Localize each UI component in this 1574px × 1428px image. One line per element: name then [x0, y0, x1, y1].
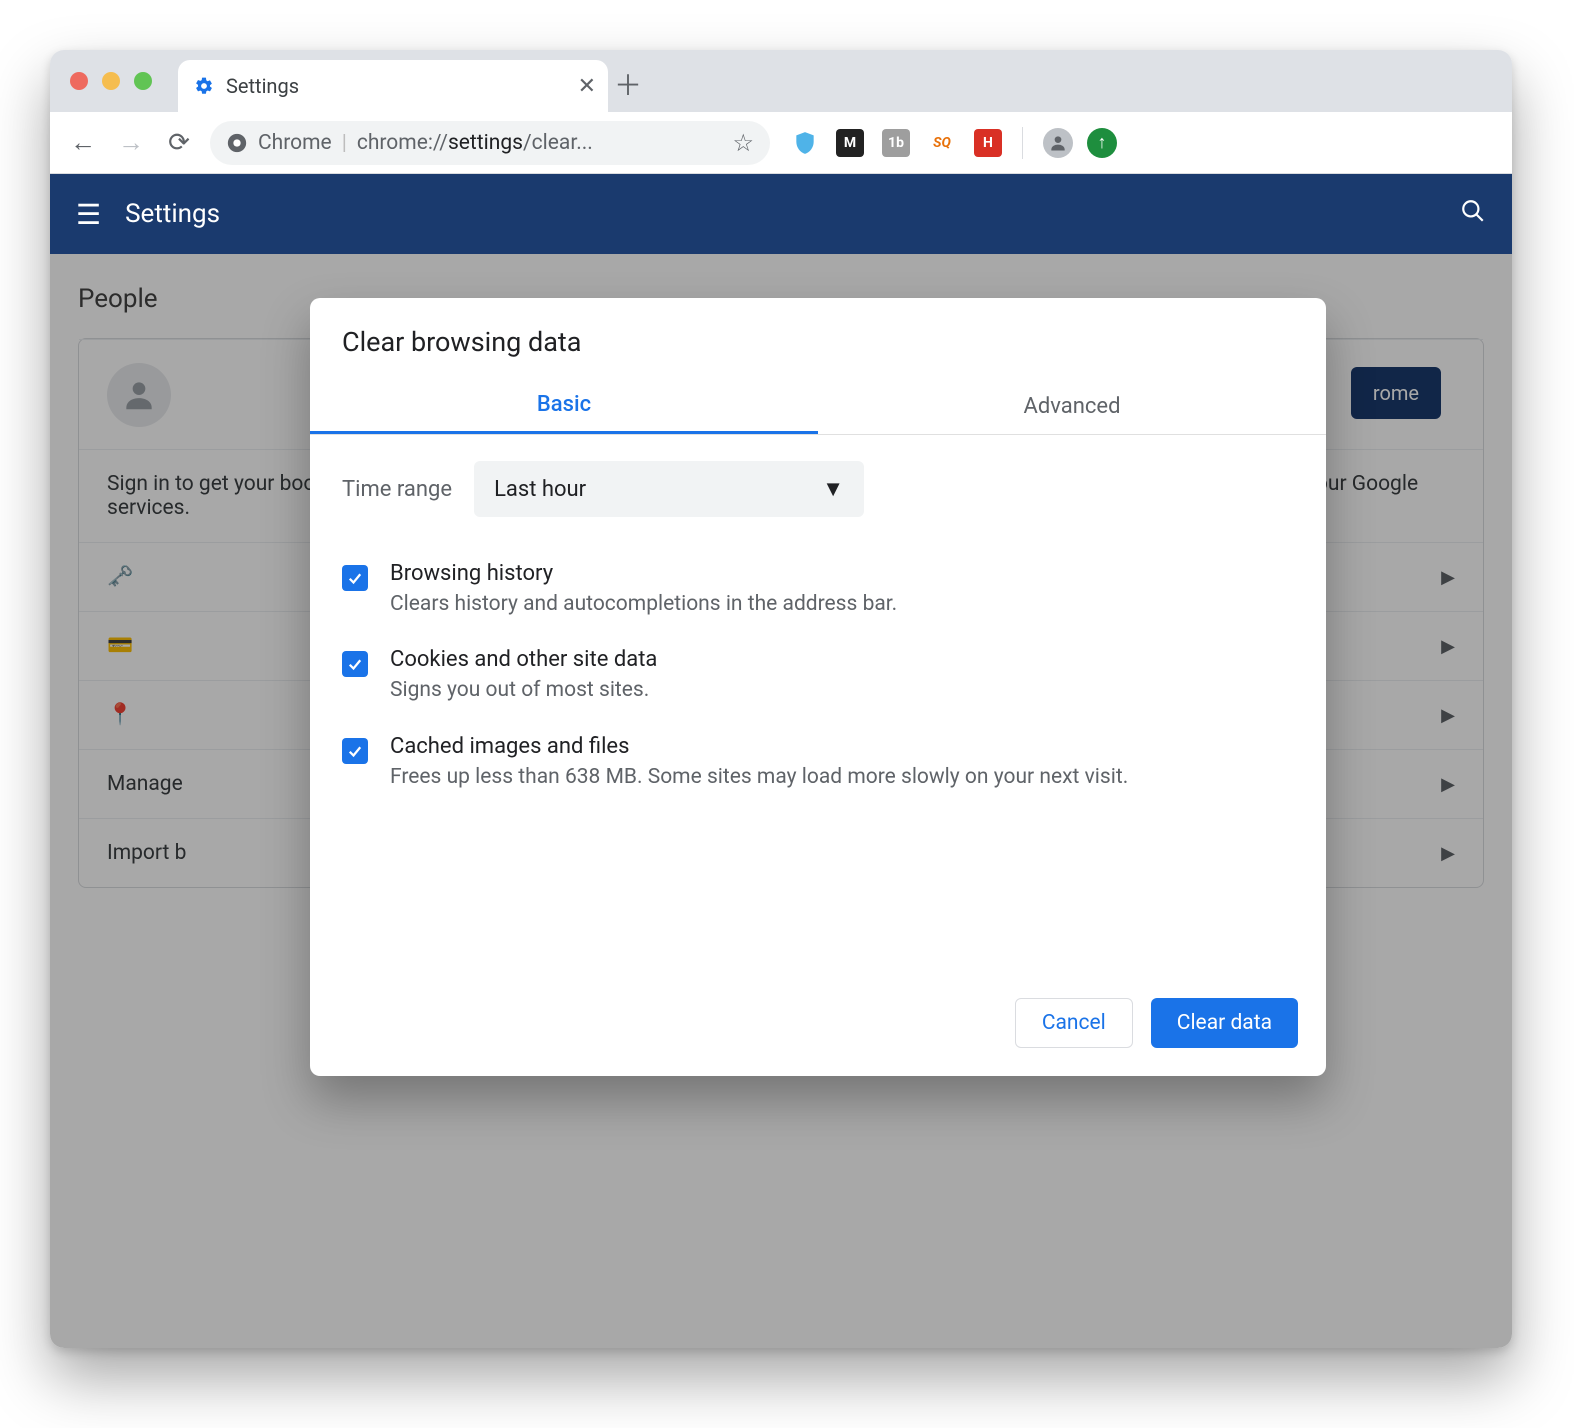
extension-sq-icon[interactable]: SQ — [928, 129, 956, 157]
extensions-area: M 1b SQ H — [792, 129, 1002, 157]
back-button[interactable]: ← — [66, 127, 100, 158]
option-browsing-history: Browsing history Clears history and auto… — [342, 547, 1294, 633]
option-desc: Clears history and autocompletions in th… — [390, 590, 897, 619]
url-prefix: chrome:// — [357, 131, 448, 155]
window-controls — [70, 72, 152, 90]
browser-toolbar: ← → ⟳ Chrome | chrome://settings/clear..… — [50, 112, 1512, 174]
dialog-tabs: Basic Advanced — [310, 378, 1326, 435]
url-path-bold: settings — [448, 131, 523, 155]
search-icon[interactable] — [1460, 198, 1486, 231]
dialog-footer: Cancel Clear data — [310, 976, 1326, 1076]
menu-icon[interactable]: ☰ — [76, 198, 101, 231]
checkbox-cache[interactable] — [342, 738, 368, 764]
tab-advanced[interactable]: Advanced — [818, 378, 1326, 434]
close-tab-icon[interactable]: ✕ — [578, 74, 596, 99]
checkbox-cookies[interactable] — [342, 651, 368, 677]
close-window-icon[interactable] — [70, 72, 88, 90]
chevron-down-icon: ▼ — [822, 476, 844, 502]
profile-avatar-icon[interactable] — [1043, 128, 1073, 158]
bookmark-star-icon[interactable]: ☆ — [732, 129, 754, 157]
time-range-label: Time range — [342, 477, 452, 502]
extension-castle-icon[interactable]: H — [974, 129, 1002, 157]
maximize-window-icon[interactable] — [134, 72, 152, 90]
option-desc: Frees up less than 638 MB. Some sites ma… — [390, 763, 1128, 792]
time-range-row: Time range Last hour ▼ — [342, 461, 1294, 517]
cancel-button[interactable]: Cancel — [1015, 998, 1133, 1048]
forward-button: → — [114, 127, 148, 158]
toolbar-divider — [1022, 127, 1023, 159]
clear-data-button[interactable]: Clear data — [1151, 998, 1298, 1048]
settings-title: Settings — [125, 199, 220, 229]
url-scheme: Chrome — [258, 131, 332, 155]
gear-icon — [194, 76, 214, 96]
tab-basic[interactable]: Basic — [310, 378, 818, 434]
reload-button[interactable]: ⟳ — [162, 128, 196, 158]
clear-browsing-data-dialog: Clear browsing data Basic Advanced Time … — [310, 298, 1326, 1076]
option-desc: Signs you out of most sites. — [390, 676, 657, 705]
update-available-icon[interactable]: ↑ — [1087, 128, 1117, 158]
option-cookies: Cookies and other site data Signs you ou… — [342, 633, 1294, 719]
tab-strip: Settings ✕ ＋ — [50, 50, 1512, 112]
browser-window: Settings ✕ ＋ ← → ⟳ Chrome | chrome://set… — [50, 50, 1512, 1348]
extension-1b-icon[interactable]: 1b — [882, 129, 910, 157]
option-title: Cached images and files — [390, 734, 1128, 759]
browser-tab[interactable]: Settings ✕ — [178, 60, 608, 112]
url-path-rest: /clear... — [523, 131, 593, 155]
time-range-select[interactable]: Last hour ▼ — [474, 461, 864, 517]
dialog-title: Clear browsing data — [310, 298, 1326, 378]
option-title: Browsing history — [390, 561, 897, 586]
dialog-body: Time range Last hour ▼ Browsing history … — [310, 435, 1326, 816]
address-bar[interactable]: Chrome | chrome://settings/clear... ☆ — [210, 121, 770, 165]
extension-m-icon[interactable]: M — [836, 129, 864, 157]
minimize-window-icon[interactable] — [102, 72, 120, 90]
chrome-icon — [226, 132, 248, 154]
time-range-value: Last hour — [494, 477, 586, 502]
tab-title: Settings — [226, 74, 299, 98]
url-separator: | — [342, 131, 347, 155]
checkbox-browsing-history[interactable] — [342, 565, 368, 591]
shield-icon[interactable] — [792, 130, 818, 156]
option-cache: Cached images and files Frees up less th… — [342, 720, 1294, 806]
settings-header: ☰ Settings — [50, 174, 1512, 254]
option-title: Cookies and other site data — [390, 647, 657, 672]
new-tab-button[interactable]: ＋ — [608, 64, 648, 112]
